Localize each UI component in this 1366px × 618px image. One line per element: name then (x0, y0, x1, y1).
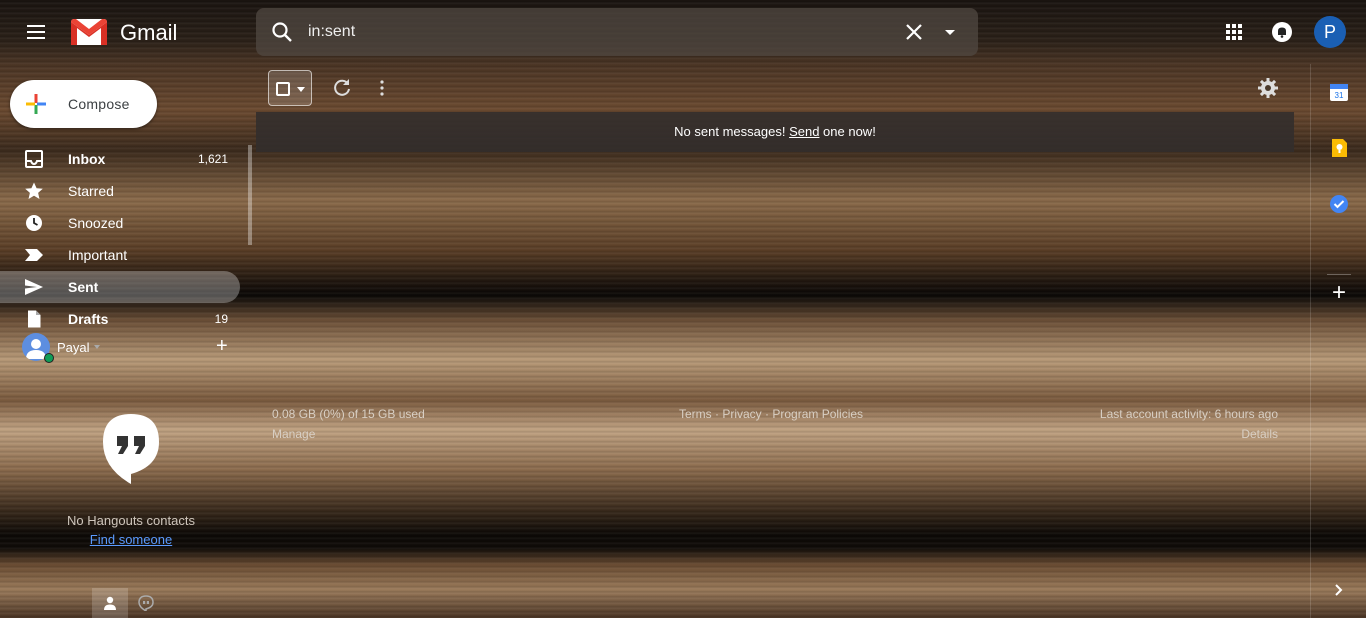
hangouts-tabs (92, 588, 164, 618)
footer-links: Terms · Privacy · Program Policies (679, 407, 863, 421)
app-header: Gmail P (0, 0, 1366, 64)
empty-message-suffix: one now! (819, 124, 876, 139)
search-icon[interactable] (270, 20, 294, 44)
side-panel: 31 + (1310, 64, 1366, 618)
conversations-tab[interactable] (128, 588, 164, 618)
gmail-logo-icon[interactable] (70, 18, 108, 46)
notifications-bell-icon[interactable] (1270, 20, 1294, 44)
main-menu-button[interactable] (20, 16, 52, 48)
sidebar-item-label: Important (68, 247, 128, 263)
privacy-link[interactable]: Privacy (722, 407, 761, 421)
sidebar-item-count: 19 (214, 312, 228, 326)
sidebar-item-count: 1,621 (197, 152, 228, 166)
online-status-dot (44, 353, 54, 363)
inbox-icon (25, 150, 43, 168)
send-link[interactable]: Send (789, 124, 819, 139)
footer-separator: · (761, 407, 773, 421)
search-options-caret-icon[interactable] (938, 20, 962, 44)
quote-bubble-icon (138, 595, 154, 611)
settings-gear-icon[interactable] (1256, 76, 1280, 100)
storage-usage: 0.08 GB (0%) of 15 GB used (272, 407, 425, 421)
terms-link[interactable]: Terms (679, 407, 712, 421)
account-avatar[interactable]: P (1314, 16, 1346, 48)
compose-plus-icon (26, 94, 46, 114)
activity-details-link[interactable]: Details (1241, 427, 1278, 441)
person-icon (104, 596, 116, 610)
sidebar-item-sent[interactable]: Sent (0, 271, 240, 303)
sidebar-item-drafts[interactable]: Drafts 19 (0, 303, 240, 335)
select-all-checkbox[interactable] (268, 70, 312, 106)
sidebar-item-label: Sent (68, 279, 99, 295)
side-panel-divider (1327, 274, 1351, 275)
contacts-tab[interactable] (92, 588, 128, 618)
compose-button[interactable]: Compose (10, 80, 157, 128)
clock-icon (26, 215, 42, 231)
add-conversation-icon[interactable]: + (216, 335, 228, 358)
checkbox-square (276, 82, 290, 96)
keep-icon[interactable] (1329, 138, 1349, 158)
empty-folder-banner: No sent messages! Send one now! (256, 112, 1294, 152)
app-name[interactable]: Gmail (120, 20, 177, 46)
hangouts-user-name[interactable]: Payal (57, 340, 90, 355)
select-caret-icon (297, 87, 305, 92)
send-icon (25, 279, 43, 295)
menu-bar (27, 31, 45, 33)
menu-bar (27, 37, 45, 39)
program-policies-link[interactable]: Program Policies (772, 407, 863, 421)
compose-label: Compose (68, 96, 130, 112)
tasks-icon[interactable] (1329, 194, 1349, 214)
calendar-day: 31 (1335, 91, 1344, 100)
manage-storage-link[interactable]: Manage (272, 427, 315, 441)
status-caret-icon[interactable] (94, 345, 100, 349)
apps-grid-icon[interactable] (1222, 20, 1246, 44)
sidebar-item-important[interactable]: Important (0, 239, 240, 271)
sidebar-item-label: Inbox (68, 151, 106, 167)
sidebar-nav: Inbox 1,621 Starred Snoozed Important Se… (0, 143, 240, 335)
important-icon (25, 249, 43, 261)
sidebar-item-label: Starred (68, 183, 114, 199)
refresh-icon[interactable] (330, 76, 354, 100)
hangouts-user[interactable]: Payal + (22, 333, 242, 363)
sidebar-item-label: Drafts (68, 311, 109, 327)
sidebar-item-snoozed[interactable]: Snoozed (0, 207, 240, 239)
search-input[interactable] (308, 21, 868, 43)
calendar-icon[interactable]: 31 (1329, 82, 1349, 102)
chevron-right-icon[interactable] (1331, 580, 1347, 600)
footer-separator: · (711, 407, 723, 421)
search-bar[interactable] (256, 8, 978, 56)
star-icon (25, 182, 43, 199)
menu-bar (27, 25, 45, 27)
hangouts-empty-state: No Hangouts contacts Find someone (30, 412, 232, 549)
sidebar-item-label: Snoozed (68, 215, 124, 231)
hangouts-quote-icon (103, 414, 159, 484)
find-someone-link[interactable]: Find someone (90, 532, 172, 547)
clear-search-icon[interactable] (902, 20, 926, 44)
no-contacts-text: No Hangouts contacts (67, 513, 195, 528)
sidebar-scrollbar[interactable] (248, 145, 252, 245)
more-options-icon[interactable] (370, 76, 394, 100)
empty-message-prefix: No sent messages! (674, 124, 790, 139)
get-addons-icon[interactable]: + (1327, 281, 1351, 306)
sidebar-item-inbox[interactable]: Inbox 1,621 (0, 143, 240, 175)
last-activity: Last account activity: 6 hours ago (1099, 407, 1278, 421)
sidebar-item-starred[interactable]: Starred (0, 175, 240, 207)
draft-icon (28, 310, 41, 328)
